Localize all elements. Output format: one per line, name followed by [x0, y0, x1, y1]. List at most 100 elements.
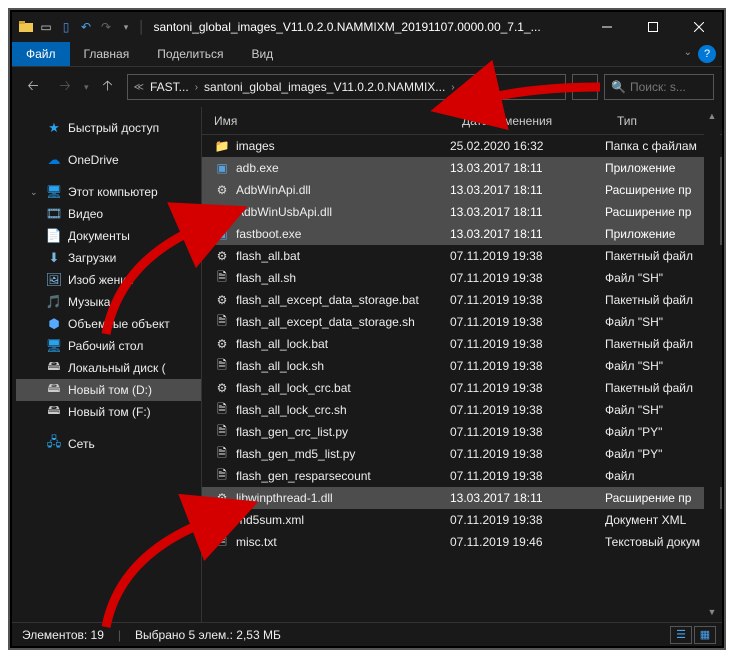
file-name: flash_all_lock_crc.sh — [236, 403, 347, 417]
file-name: flash_all.bat — [236, 249, 300, 263]
file-row[interactable]: 🗎flash_all.sh07.11.2019 19:38Файл "SH" — [202, 267, 722, 289]
chevron-icon: ≪ — [134, 82, 144, 93]
file-row[interactable]: 🗎md5sum.xml07.11.2019 19:38Документ XML — [202, 509, 722, 531]
file-row[interactable]: 🗎flash_all_lock_crc.sh07.11.2019 19:38Фа… — [202, 399, 722, 421]
file-row[interactable]: 🗎flash_gen_crc_list.py07.11.2019 19:38Фа… — [202, 421, 722, 443]
file-row[interactable]: ⚙AdbWinUsbApi.dll13.03.2017 18:11Расшире… — [202, 201, 722, 223]
nav-history-dropdown[interactable]: ▾ — [84, 82, 89, 93]
file-row[interactable]: 🗎flash_all_lock.sh07.11.2019 19:38Файл "… — [202, 355, 722, 377]
search-input[interactable]: 🔍 Поиск: s... — [604, 74, 714, 100]
view-details-button[interactable]: ☰ — [670, 626, 692, 644]
nav-downloads[interactable]: ⬇Загрузки — [16, 247, 201, 269]
file-icon: 🗎 — [214, 446, 230, 462]
nav-this-pc[interactable]: ⌄🖥Этот компьютер — [16, 181, 201, 203]
view-thumbs-button[interactable]: ▦ — [694, 626, 716, 644]
help-icon[interactable]: ? — [698, 45, 716, 63]
file-name: adb.exe — [236, 161, 279, 175]
breadcrumb-2[interactable]: santoni_global_images_V11.0.2.0.NAMMIX..… — [204, 80, 445, 94]
qa-check-icon[interactable]: ▯ — [58, 19, 74, 35]
nav-quick-access[interactable]: ★Быстрый доступ — [16, 117, 201, 139]
file-date: 07.11.2019 19:46 — [450, 535, 605, 549]
status-bar: Элементов: 19 | Выбрано 5 элем.: 2,53 МБ… — [12, 622, 722, 646]
file-list: Имя Дата изменения Тип 📁images25.02.2020… — [202, 107, 722, 622]
qa-props-icon[interactable]: ▭ — [38, 19, 54, 35]
nav-up-button[interactable]: 🡡 — [95, 74, 121, 100]
tab-file[interactable]: Файл — [12, 42, 70, 66]
file-row[interactable]: ⚙flash_all_except_data_storage.bat07.11.… — [202, 289, 722, 311]
file-row[interactable]: 🗎flash_gen_resparsecount07.11.2019 19:38… — [202, 465, 722, 487]
qa-dropdown-icon[interactable]: ▾ — [118, 19, 134, 35]
drive-icon: 🖴 — [46, 404, 62, 420]
video-icon: 🎞 — [46, 206, 62, 222]
breadcrumb-1[interactable]: FAST... — [150, 80, 189, 94]
cube-icon: ⬢ — [46, 316, 62, 332]
file-row[interactable]: 🗎misc.txt07.11.2019 19:46Текстовый докум — [202, 531, 722, 553]
file-name: images — [236, 139, 275, 153]
file-name: libwinpthread-1.dll — [236, 491, 333, 505]
file-row[interactable]: ▣adb.exe13.03.2017 18:11Приложение — [202, 157, 722, 179]
maximize-button[interactable] — [630, 12, 676, 42]
nav-onedrive[interactable]: ☁OneDrive — [16, 149, 201, 171]
nav-3d-objects[interactable]: ⬢Объемные объект — [16, 313, 201, 335]
nav-back-button[interactable]: 🡠 — [20, 74, 46, 100]
refresh-button[interactable]: ⟳ — [572, 74, 598, 100]
nav-d-drive[interactable]: 🖴Новый том (D:) — [16, 379, 201, 401]
nav-c-drive[interactable]: 🖴Локальный диск ( — [16, 357, 201, 379]
file-row[interactable]: 🗎flash_gen_md5_list.py07.11.2019 19:38Фа… — [202, 443, 722, 465]
qa-redo-icon[interactable]: ↷ — [98, 19, 114, 35]
tab-share[interactable]: Поделиться — [143, 42, 237, 66]
file-icon: ▣ — [214, 226, 230, 242]
file-row[interactable]: ▣fastboot.exe13.03.2017 18:11Приложение — [202, 223, 722, 245]
file-name: flash_gen_md5_list.py — [236, 447, 355, 461]
nav-images[interactable]: 🖼Изоб жения — [16, 269, 201, 291]
ribbon-expand-icon[interactable]: ⌄ — [684, 47, 692, 58]
file-icon: ⚙ — [214, 204, 230, 220]
star-icon: ★ — [46, 120, 62, 136]
cloud-icon: ☁ — [46, 152, 62, 168]
nav-desktop[interactable]: 🖥Рабочий стол — [16, 335, 201, 357]
nav-documents[interactable]: 📄Документы — [16, 225, 201, 247]
nav-music[interactable]: 🎵Музыка — [16, 291, 201, 313]
file-icon: ⚙ — [214, 380, 230, 396]
status-count: Элементов: 19 — [22, 628, 104, 642]
file-icon: 🗎 — [214, 534, 230, 550]
col-date[interactable]: Дата изменения — [450, 114, 605, 128]
file-row[interactable]: ⚙flash_all_lock_crc.bat07.11.2019 19:38П… — [202, 377, 722, 399]
pc-icon: 🖥 — [46, 184, 62, 200]
file-row[interactable]: 🗎flash_all_except_data_storage.sh07.11.2… — [202, 311, 722, 333]
nav-videos[interactable]: 🎞Видео — [16, 203, 201, 225]
chevron-right-icon: › — [195, 82, 198, 93]
file-date: 25.02.2020 16:32 — [450, 139, 605, 153]
file-row[interactable]: ⚙AdbWinApi.dll13.03.2017 18:11Расширение… — [202, 179, 722, 201]
file-row[interactable]: ⚙libwinpthread-1.dll13.03.2017 18:11Расш… — [202, 487, 722, 509]
titlebar: ▭ ▯ ↶ ↷ ▾ │ santoni_global_images_V11.0.… — [12, 12, 722, 42]
file-name: AdbWinApi.dll — [236, 183, 311, 197]
file-date: 07.11.2019 19:38 — [450, 293, 605, 307]
file-row[interactable]: ⚙flash_all_lock.bat07.11.2019 19:38Пакет… — [202, 333, 722, 355]
nav-forward-button[interactable]: 🡢 — [52, 74, 78, 100]
desktop-icon: 🖥 — [46, 338, 62, 354]
file-date: 07.11.2019 19:38 — [450, 271, 605, 285]
navigation-pane: ★Быстрый доступ ☁OneDrive ⌄🖥Этот компьют… — [12, 107, 202, 622]
nav-network[interactable]: 🖧Сеть — [16, 433, 201, 455]
close-button[interactable] — [676, 12, 722, 42]
address-bar[interactable]: ≪ FAST... › santoni_global_images_V11.0.… — [127, 74, 566, 100]
download-icon: ⬇ — [46, 250, 62, 266]
file-date: 13.03.2017 18:11 — [450, 491, 605, 505]
image-icon: 🖼 — [46, 272, 62, 288]
file-icon: 🗎 — [214, 314, 230, 330]
scroll-up-icon[interactable]: ▲ — [704, 108, 720, 124]
vertical-scrollbar[interactable]: ▲ ▼ — [704, 108, 720, 620]
tab-home[interactable]: Главная — [70, 42, 144, 66]
tab-view[interactable]: Вид — [237, 42, 287, 66]
minimize-button[interactable] — [584, 12, 630, 42]
file-date: 07.11.2019 19:38 — [450, 337, 605, 351]
scroll-down-icon[interactable]: ▼ — [704, 604, 720, 620]
file-name: AdbWinUsbApi.dll — [236, 205, 332, 219]
file-row[interactable]: ⚙flash_all.bat07.11.2019 19:38Пакетный ф… — [202, 245, 722, 267]
file-row[interactable]: 📁images25.02.2020 16:32Папка с файлам — [202, 135, 722, 157]
nav-f-drive[interactable]: 🖴Новый том (F:) — [16, 401, 201, 423]
qa-undo-icon[interactable]: ↶ — [78, 19, 94, 35]
col-name[interactable]: Имя — [202, 114, 450, 128]
file-icon: 🗎 — [214, 402, 230, 418]
